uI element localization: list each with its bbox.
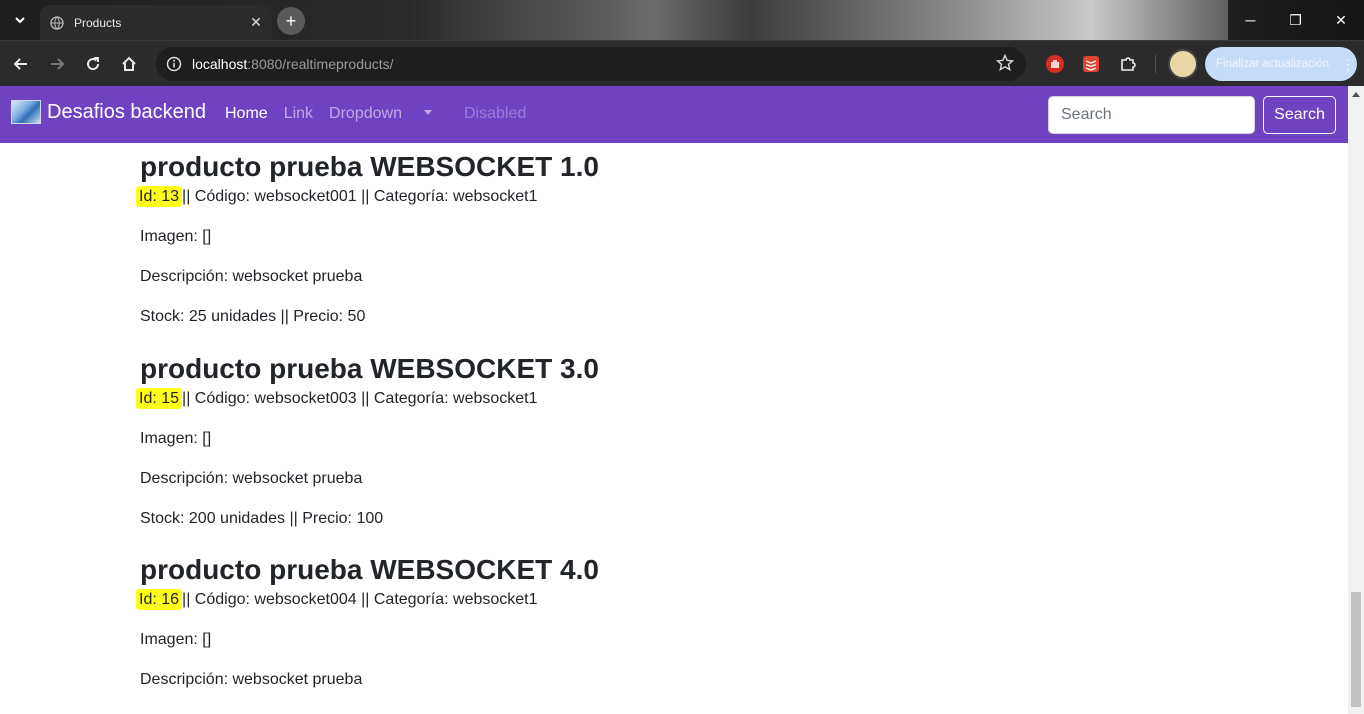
product-stock: Stock: 25 unidades || Precio: 50 xyxy=(140,308,366,325)
product-meta: Id: 16 || Código: websocket004 || Categor… xyxy=(136,589,599,630)
product-card: producto prueba WEBSOCKET 4.0 Id: 16 || C… xyxy=(136,548,599,710)
product-details: || Código: websocket004 || Categoría: we… xyxy=(182,591,538,608)
finish-update-button[interactable]: Finalizar actualización ⋮ xyxy=(1205,47,1357,81)
reload-icon xyxy=(87,57,100,71)
nav-link-home[interactable]: Home xyxy=(225,105,268,123)
nav-dropdown-label: Dropdown xyxy=(329,105,402,122)
back-button[interactable] xyxy=(6,49,36,79)
brand-title: Desafios backend xyxy=(47,100,206,123)
site-info-icon[interactable] xyxy=(164,54,184,74)
extensions-puzzle-icon[interactable] xyxy=(1115,51,1141,77)
update-label: Finalizar actualización xyxy=(1216,58,1330,70)
caret-down-icon xyxy=(423,110,432,115)
page-scrollbar[interactable] xyxy=(1348,86,1364,714)
browser-toolbar: localhost:8080/realtimeproducts/ Finaliz… xyxy=(0,40,1364,86)
product-title: producto prueba WEBSOCKET 3.0 xyxy=(140,353,599,384)
nav-link-disabled: Disabled xyxy=(463,105,527,122)
product-list: producto prueba WEBSOCKET 1.0 Id: 13 || C… xyxy=(0,143,1348,714)
search-button[interactable]: Search xyxy=(1263,96,1336,134)
minimize-icon: ─ xyxy=(1245,12,1256,28)
product-details: || Código: websocket001 || Categoría: we… xyxy=(182,188,538,205)
more-vert-icon[interactable]: ⋮ xyxy=(1341,56,1357,73)
site-navbar: Desafios backend Home Link Dropdown Disa… xyxy=(0,86,1364,143)
extension-hand-icon[interactable] xyxy=(1042,51,1068,77)
product-meta: Id: 13 || Código: websocket001 || Categor… xyxy=(136,186,599,227)
plus-icon: + xyxy=(285,10,297,31)
address-bar[interactable]: localhost:8080/realtimeproducts/ xyxy=(156,47,1026,81)
product-id-highlight: Id: 16 xyxy=(136,589,183,610)
product-image: Imagen: [] xyxy=(140,430,212,447)
reload-button[interactable] xyxy=(78,49,108,79)
product-title: producto prueba WEBSOCKET 1.0 xyxy=(140,151,599,182)
product-details: || Código: websocket003 || Categoría: we… xyxy=(182,390,538,407)
chevron-down-icon xyxy=(15,17,25,24)
product-stock: Stock: 200 unidades || Precio: 100 xyxy=(140,510,384,527)
arrow-right-icon xyxy=(51,58,65,70)
close-window-button[interactable]: ✕ xyxy=(1318,0,1364,40)
new-tab-button[interactable]: + xyxy=(277,7,305,35)
product-image: Imagen: [] xyxy=(140,228,212,245)
product-meta: Id: 15 || Código: websocket003 || Categor… xyxy=(136,388,599,429)
home-button[interactable] xyxy=(114,49,144,79)
profile-avatar[interactable] xyxy=(1168,49,1198,79)
tab-title: Products xyxy=(74,15,122,30)
search-input[interactable] xyxy=(1048,96,1255,134)
close-icon: ✕ xyxy=(1335,11,1347,28)
nav-link-link[interactable]: Link xyxy=(284,105,313,123)
product-id-highlight: Id: 13 xyxy=(136,186,183,207)
home-icon xyxy=(122,56,136,71)
tab-search-button[interactable] xyxy=(6,6,34,34)
url-text: localhost:8080/realtimeproducts/ xyxy=(192,56,394,72)
toolbar-divider xyxy=(1155,55,1156,73)
close-tab-icon[interactable]: ✕ xyxy=(248,14,264,31)
brand-logo-icon xyxy=(11,100,41,124)
product-title: producto prueba WEBSOCKET 4.0 xyxy=(140,554,599,585)
nav-dropdown[interactable]: Dropdown xyxy=(329,105,448,123)
restore-icon: ❐ xyxy=(1289,11,1302,28)
browser-tab[interactable]: Products ✕ xyxy=(40,5,272,40)
product-description: Descripción: websocket prueba xyxy=(140,671,363,688)
product-image: Imagen: [] xyxy=(140,631,212,648)
scrollbar-thumb[interactable] xyxy=(1351,592,1361,707)
product-id-highlight: Id: 15 xyxy=(136,388,183,409)
globe-icon xyxy=(50,15,66,31)
navbar-brand[interactable]: Desafios backend xyxy=(11,100,206,124)
browser-tab-strip: Products ✕ + ─ ❐ ✕ xyxy=(0,0,1364,40)
minimize-button[interactable]: ─ xyxy=(1228,0,1273,40)
product-description: Descripción: websocket prueba xyxy=(140,470,363,487)
url-path: :8080/realtimeproducts/ xyxy=(247,56,394,72)
restore-button[interactable]: ❐ xyxy=(1273,0,1318,40)
scroll-up-arrow-icon[interactable] xyxy=(1352,92,1360,97)
product-description: Descripción: websocket prueba xyxy=(140,268,363,285)
product-card: producto prueba WEBSOCKET 1.0 Id: 13 || C… xyxy=(136,145,599,347)
product-card: producto prueba WEBSOCKET 3.0 Id: 15 || C… xyxy=(136,347,599,549)
bookmark-star-icon[interactable] xyxy=(995,53,1015,77)
url-host: localhost xyxy=(192,56,248,72)
extension-todoist-icon[interactable] xyxy=(1078,51,1104,77)
nav-links: Home Link Dropdown Disabled xyxy=(225,105,542,123)
arrow-left-icon xyxy=(13,58,27,70)
forward-button[interactable] xyxy=(42,49,72,79)
